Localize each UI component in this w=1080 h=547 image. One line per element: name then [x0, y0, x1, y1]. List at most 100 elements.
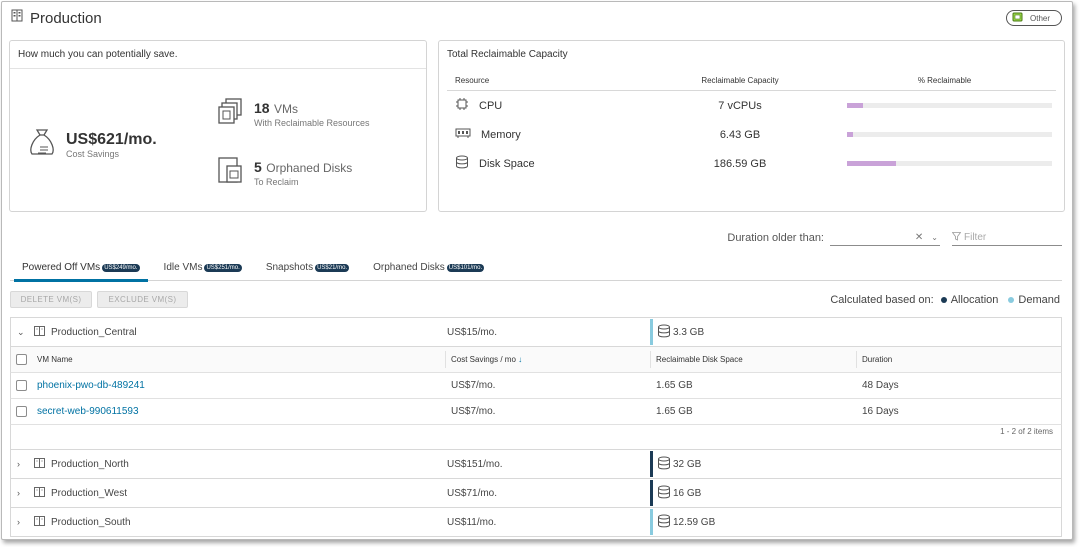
duration-select[interactable]: ✕ ⌄	[830, 230, 940, 246]
group-row[interactable]: › Production_South US$11/mo. 12.59 GB	[10, 507, 1062, 537]
memory-bar	[847, 132, 1052, 137]
chevron-down-icon[interactable]: ⌄	[17, 327, 25, 338]
tab-label: Orphaned Disks	[373, 262, 445, 273]
tab-badge: US$251/mo.	[204, 264, 242, 272]
capacity-row-memory: Memory 6.43 GB	[447, 120, 1056, 149]
group-disk: 16 GB	[650, 480, 701, 506]
filter-placeholder: Filter	[964, 232, 987, 243]
building-icon	[11, 9, 23, 27]
capacity-row-cpu: CPU 7 vCPUs	[447, 91, 1056, 120]
cost-savings: US$621/mo. Cost Savings	[26, 126, 157, 163]
tab-orphaned-disks[interactable]: Orphaned Disks US$101/mo.	[361, 256, 496, 281]
chevron-right-icon[interactable]: ›	[17, 488, 20, 498]
group-disk-value: 16 GB	[673, 487, 702, 499]
calc-label: Calculated based on:	[830, 294, 934, 306]
tab-bar: Powered Off VMs US$249/mo. Idle VMs US$251…	[10, 256, 1062, 282]
group-row[interactable]: › Production_North US$151/mo. 32 GB	[10, 449, 1062, 479]
sort-arrow-down-icon[interactable]: ↓	[518, 355, 522, 364]
datacenter-icon	[34, 486, 45, 500]
datacenter-icon	[34, 325, 45, 339]
select-all-checkbox[interactable]	[16, 354, 27, 365]
group-disk: 12.59 GB	[650, 509, 715, 535]
vms-metric: 18 VMs With Reclaimable Resources	[218, 97, 370, 130]
group-cost: US$151/mo.	[447, 458, 503, 470]
disks-count: 5	[254, 158, 262, 175]
vm-table-header: VM Name Cost Savings / mo ↓ Reclaimable …	[10, 347, 1062, 373]
vms-unit: VMs	[274, 101, 299, 116]
tag-icon	[1012, 12, 1024, 24]
vm-name-link[interactable]: phoenix-pwo-db-489241	[37, 380, 145, 391]
demand-label[interactable]: Demand	[1018, 294, 1060, 306]
disk-value: 186.59 GB	[713, 157, 767, 170]
vm-disk: 1.65 GB	[656, 406, 693, 417]
tab-label: Powered Off VMs	[22, 262, 101, 273]
chevron-down-icon[interactable]: ⌄	[931, 233, 938, 242]
tab-snapshots[interactable]: Snapshots US$21/mo.	[254, 256, 361, 281]
group-disk-bar	[650, 509, 653, 535]
tab-badge: US$101/mo.	[446, 264, 485, 272]
tab-badge: US$249/mo.	[102, 264, 140, 272]
col-cost-savings[interactable]: Cost Savings / mo ↓	[451, 355, 522, 364]
allocation-label[interactable]: Allocation	[951, 294, 999, 306]
other-button[interactable]: Other	[1006, 10, 1062, 26]
duration-label: Duration older than:	[727, 232, 824, 244]
group-disk-value: 3.3 GB	[673, 326, 705, 338]
col-cost-label: Cost Savings / mo	[451, 355, 516, 364]
disk-label: Disk Space	[479, 157, 535, 170]
other-label: Other	[1030, 13, 1051, 23]
vm-disk: 1.65 GB	[656, 380, 693, 391]
allocation-dot-icon	[940, 297, 947, 303]
money-bag-icon	[26, 126, 58, 163]
row-checkbox[interactable]	[16, 380, 27, 391]
group-name-cell: Production_West	[34, 486, 127, 500]
group-name: Production_Central	[51, 326, 137, 338]
vms-count: 18	[254, 99, 270, 116]
col-reclaimable: Reclaimable Capacity	[701, 76, 779, 85]
group-disk-value: 32 GB	[673, 458, 702, 470]
group-disk-value: 12.59 GB	[673, 516, 716, 528]
filter-row: Duration older than: ✕ ⌄ Filter	[727, 230, 1062, 246]
disk-bar	[847, 161, 1052, 166]
group-name-cell: Production_Central	[34, 325, 137, 339]
memory-icon	[455, 127, 471, 142]
clear-icon[interactable]: ✕	[915, 232, 923, 243]
capacity-table: Resource Reclaimable Capacity % Reclaima…	[447, 71, 1056, 178]
col-reclaimable-disk[interactable]: Reclaimable Disk Space	[656, 355, 743, 364]
filter-icon	[951, 231, 962, 244]
savings-amount-label: Cost Savings	[66, 148, 120, 159]
vm-name-link[interactable]: secret-web-990611593	[37, 406, 139, 417]
page-header: Production	[11, 8, 102, 28]
row-checkbox[interactable]	[16, 406, 27, 417]
col-vm-name[interactable]: VM Name	[37, 355, 73, 364]
chevron-right-icon[interactable]: ›	[17, 459, 20, 469]
group-disk: 32 GB	[650, 451, 701, 477]
group-name: Production_West	[51, 487, 127, 499]
tab-label: Snapshots	[265, 262, 314, 273]
savings-card: How much you can potentially save. US$62…	[9, 40, 427, 212]
group-row[interactable]: ⌄ Production_Central US$15/mo. 3.3 GB	[10, 317, 1062, 347]
capacity-table-header: Resource Reclaimable Capacity % Reclaima…	[447, 71, 1056, 91]
capacity-header: Total Reclaimable Capacity	[447, 49, 568, 60]
delete-vms-button[interactable]: DELETE VM(S)	[10, 291, 92, 308]
table-row: phoenix-pwo-db-489241 US$7/mo. 1.65 GB 4…	[10, 373, 1062, 399]
memory-bar-fill	[847, 132, 854, 137]
disks-metric: 5 Orphaned Disks To Reclaim	[218, 155, 352, 190]
vm-duration: 48 Days	[862, 380, 899, 391]
tab-idle-vms[interactable]: Idle VMs US$251/mo.	[152, 256, 254, 281]
pagination-info: 1 - 2 of 2 items	[10, 425, 1062, 445]
col-percent-label: % Reclaimable	[917, 76, 972, 85]
filter-input[interactable]: Filter	[951, 230, 1062, 246]
datacenter-icon	[34, 515, 45, 529]
exclude-vms-button[interactable]: EXCLUDE VM(S)	[97, 291, 188, 308]
page-title: Production	[30, 9, 102, 27]
group-disk-bar	[650, 451, 653, 477]
cpu-value: 7 vCPUs	[718, 99, 762, 112]
tab-powered-off-vms[interactable]: Powered Off VMs US$249/mo.	[10, 256, 152, 282]
calculation-basis: Calculated based on: Allocation Demand	[830, 294, 1060, 306]
group-disk-bar	[650, 319, 653, 345]
orphaned-disk-icon	[218, 155, 244, 190]
group-row[interactable]: › Production_West US$71/mo. 16 GB	[10, 478, 1062, 508]
chevron-right-icon[interactable]: ›	[17, 517, 20, 527]
col-duration[interactable]: Duration	[862, 355, 892, 364]
capacity-row-disk: Disk Space 186.59 GB	[447, 149, 1056, 178]
